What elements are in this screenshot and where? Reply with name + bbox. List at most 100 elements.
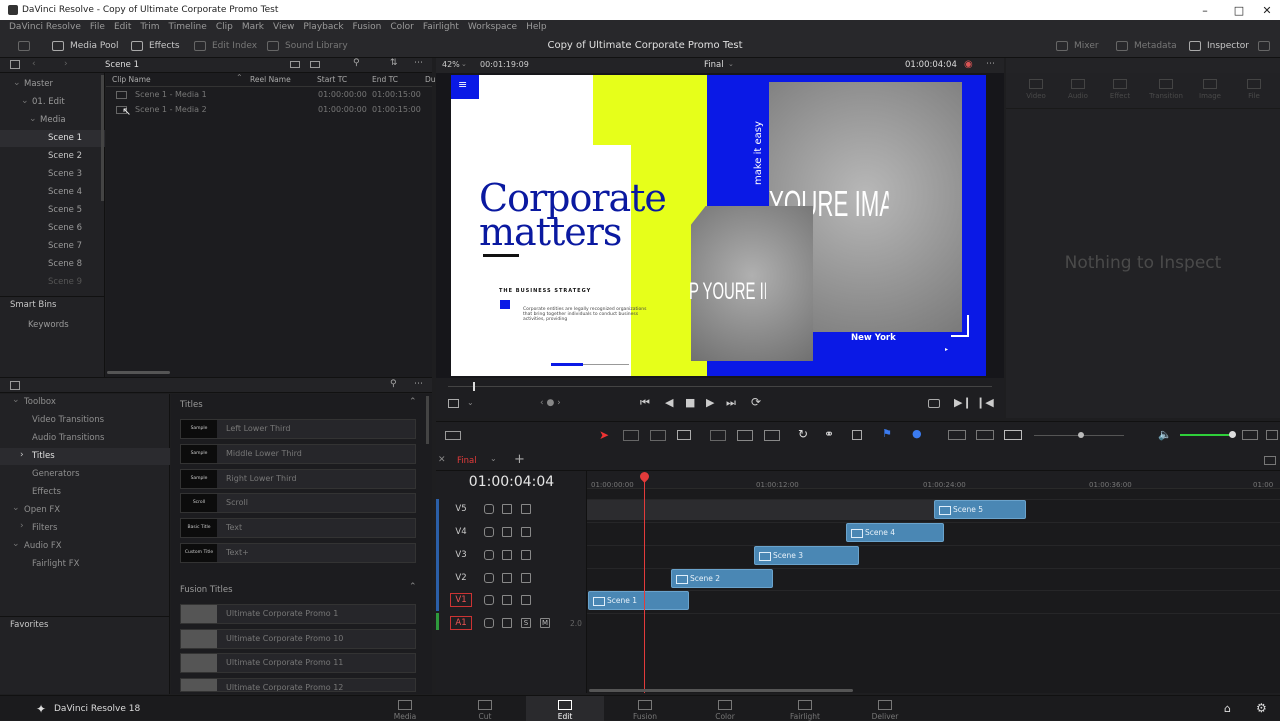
thumbnail-view-icon[interactable] bbox=[290, 61, 300, 68]
fx-item-open-fx[interactable]: Open FX bbox=[0, 502, 170, 519]
page-tab-media[interactable]: Media bbox=[366, 696, 444, 721]
collapse-icon[interactable]: ⌃ bbox=[409, 582, 417, 592]
sidebar-toggle-icon[interactable] bbox=[10, 381, 20, 390]
lock-icon[interactable] bbox=[852, 430, 862, 440]
blade-tool-icon[interactable] bbox=[677, 430, 691, 440]
menu-item[interactable]: Color bbox=[390, 22, 414, 32]
mark-in-icon[interactable]: ▶❙ bbox=[954, 396, 972, 409]
workspace-icon[interactable] bbox=[18, 34, 36, 58]
maximize-icon[interactable]: □ bbox=[1224, 0, 1254, 20]
search-icon[interactable]: ⚲ bbox=[353, 58, 360, 68]
timeline-view-options-icon[interactable] bbox=[445, 431, 461, 440]
fusion-title-tile[interactable]: Ultimate Corporate Promo 1 bbox=[180, 604, 416, 624]
menu-item[interactable]: Fusion bbox=[353, 22, 382, 32]
snapping-icon[interactable]: ↻ bbox=[798, 427, 808, 441]
mixer-button[interactable]: Mixer bbox=[1056, 34, 1099, 58]
column-header[interactable]: Reel Name bbox=[250, 75, 291, 84]
timeline-area[interactable]: 01:00:00:00 01:00:12:00 01:00:24:00 01:0… bbox=[587, 471, 1280, 693]
fx-item-filters[interactable]: Filters bbox=[0, 520, 170, 537]
overwrite-clip-icon[interactable] bbox=[737, 430, 753, 441]
timeline-selector[interactable]: Final bbox=[704, 60, 724, 70]
bypass-icon[interactable]: ◉ bbox=[964, 59, 973, 70]
forward-icon[interactable]: › bbox=[64, 59, 68, 69]
menu-item[interactable]: Playback bbox=[303, 22, 343, 32]
fusion-title-tile[interactable]: Ultimate Corporate Promo 12 bbox=[180, 678, 416, 692]
tree-scrollbar[interactable] bbox=[101, 75, 104, 201]
timeline-clip[interactable]: Scene 3 bbox=[754, 546, 859, 565]
timeline-scrollbar[interactable] bbox=[589, 689, 853, 692]
expand-icon[interactable] bbox=[1258, 34, 1276, 58]
timeline-options-icon[interactable] bbox=[1264, 456, 1276, 465]
column-header[interactable]: Du bbox=[425, 75, 436, 84]
menu-item[interactable]: DaVinci Resolve bbox=[9, 22, 81, 32]
dynamic-trim-icon[interactable] bbox=[650, 430, 666, 441]
tree-item-scene[interactable]: Scene 3 bbox=[0, 166, 105, 183]
title-tile[interactable]: Basic Title Text bbox=[180, 518, 416, 538]
tree-item-scene[interactable]: Scene 1 bbox=[0, 130, 105, 147]
chevron-right-icon[interactable]: › bbox=[20, 450, 24, 460]
timeline-clip[interactable]: Scene 4 bbox=[846, 523, 944, 542]
marker-icon[interactable]: ● bbox=[912, 427, 922, 440]
zoom-full-icon[interactable] bbox=[948, 430, 966, 440]
auto-select-icon[interactable] bbox=[502, 618, 512, 628]
tree-item-scene[interactable]: Scene 8 bbox=[0, 256, 105, 273]
lock-icon[interactable] bbox=[484, 550, 494, 560]
meter-icon[interactable] bbox=[1242, 430, 1258, 440]
mark-out-icon[interactable]: ❙◀ bbox=[976, 396, 994, 409]
fx-item-audio-fx[interactable]: Audio FX bbox=[0, 538, 170, 555]
effects-scrollbar[interactable] bbox=[426, 396, 429, 444]
volume-icon[interactable]: 🔈 bbox=[1158, 428, 1172, 441]
more-options-icon[interactable]: ⋯ bbox=[414, 58, 423, 68]
track-enable-icon[interactable] bbox=[521, 595, 531, 605]
page-tab-color[interactable]: Color bbox=[686, 696, 764, 721]
close-icon[interactable]: ✕ bbox=[1252, 0, 1280, 20]
track-enable-icon[interactable] bbox=[521, 527, 531, 537]
auto-select-icon[interactable] bbox=[502, 504, 512, 514]
match-frame-icon[interactable] bbox=[928, 399, 940, 408]
lock-icon[interactable] bbox=[484, 527, 494, 537]
home-icon[interactable]: ⌂ bbox=[1224, 702, 1231, 715]
menu-item[interactable]: Trim bbox=[140, 22, 159, 32]
tree-item-scene[interactable]: Scene 9 bbox=[0, 274, 105, 291]
replace-clip-icon[interactable] bbox=[764, 430, 780, 441]
auto-select-icon[interactable] bbox=[502, 550, 512, 560]
chevron-down-icon[interactable]: ⌄ bbox=[13, 78, 21, 88]
menu-item[interactable]: View bbox=[273, 22, 294, 32]
favorites-label[interactable]: Favorites bbox=[0, 616, 170, 633]
lock-icon[interactable] bbox=[484, 618, 494, 628]
trim-tool-icon[interactable] bbox=[623, 430, 639, 441]
tree-item-scene[interactable]: Scene 6 bbox=[0, 220, 105, 237]
fx-item-titles[interactable]: Titles bbox=[0, 448, 170, 465]
go-to-end-icon[interactable]: ⏭ bbox=[726, 396, 736, 410]
chevron-down-icon[interactable]: ⌄ bbox=[461, 60, 467, 68]
tree-item-scene[interactable]: Scene 7 bbox=[0, 238, 105, 255]
tab-effect[interactable]: Effect bbox=[1100, 79, 1140, 100]
effects-button[interactable]: Effects bbox=[131, 34, 180, 58]
search-icon[interactable]: ⚲ bbox=[390, 379, 397, 389]
metadata-button[interactable]: Metadata bbox=[1116, 34, 1177, 58]
auto-select-icon[interactable] bbox=[502, 527, 512, 537]
track-enable-icon[interactable] bbox=[521, 573, 531, 583]
menu-item[interactable]: Help bbox=[526, 22, 547, 32]
chevron-down-icon[interactable]: ⌄ bbox=[728, 60, 734, 68]
stop-icon[interactable]: ■ bbox=[685, 396, 695, 409]
chevron-down-icon[interactable]: ⌄ bbox=[490, 454, 497, 463]
scrubber-track[interactable] bbox=[448, 386, 992, 387]
title-tile[interactable]: Sample Middle Lower Third bbox=[180, 444, 416, 464]
auto-select-icon[interactable] bbox=[502, 573, 512, 583]
jog-control-icon[interactable]: ‹ ● › bbox=[540, 398, 561, 408]
timeline-timecode[interactable]: 01:00:04:04 bbox=[436, 474, 587, 490]
horizontal-scrollbar[interactable] bbox=[107, 371, 170, 374]
column-header[interactable]: Start TC bbox=[317, 75, 347, 84]
zoom-detail-icon[interactable] bbox=[976, 430, 994, 440]
settings-gear-icon[interactable]: ⚙ bbox=[1256, 701, 1267, 715]
tree-item-scene[interactable]: Scene 4 bbox=[0, 184, 105, 201]
minimize-icon[interactable]: – bbox=[1190, 0, 1220, 20]
fx-item-audio-transitions[interactable]: Audio Transitions bbox=[0, 430, 170, 447]
list-view-icon[interactable] bbox=[310, 61, 320, 68]
timeline-clip[interactable]: Scene 2 bbox=[671, 569, 773, 588]
timeline-clip[interactable]: Scene 1 bbox=[588, 591, 689, 610]
insert-clip-icon[interactable] bbox=[710, 430, 726, 441]
fx-item-generators[interactable]: Generators bbox=[0, 466, 170, 483]
tab-audio[interactable]: Audio bbox=[1058, 79, 1098, 100]
